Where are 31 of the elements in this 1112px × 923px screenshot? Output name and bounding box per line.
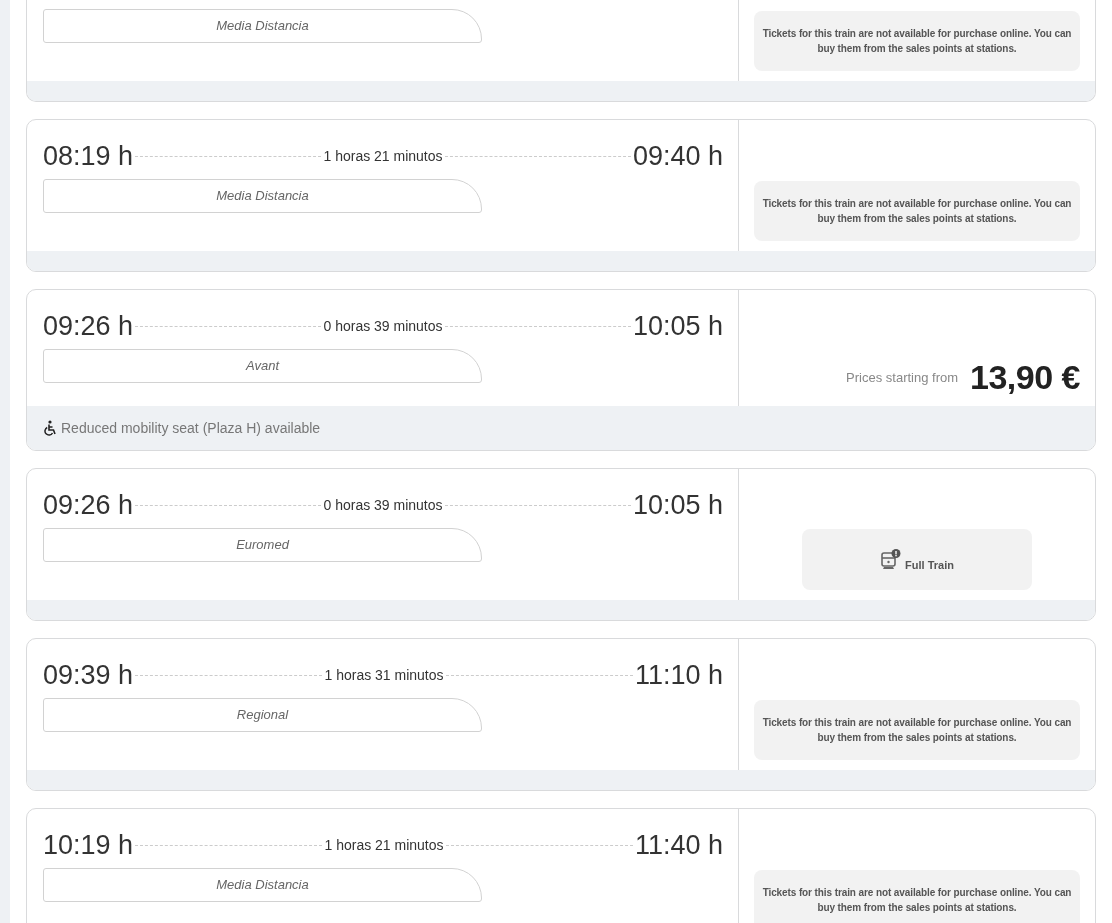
unavailable-notice: Tickets for this train are not available for purchase online. You can buy them from the sales points at stations. xyxy=(754,181,1080,241)
trip-duration: 0 horas 39 minutos xyxy=(323,316,443,336)
trip-duration: 1 horas 21 minutos xyxy=(324,835,444,855)
price-value: 13,90 € xyxy=(970,358,1080,396)
train-alert-icon xyxy=(880,549,902,570)
unavailable-notice: Tickets for this train are not available for purchase online. You can buy them from the sales points at stations. xyxy=(754,870,1080,923)
departure-time: 10:19 h xyxy=(43,828,134,862)
unavailable-notice: Tickets for this train are not available for purchase online. You can buy them from the sales points at stations. xyxy=(754,700,1080,760)
train-type-label: Euromed xyxy=(43,528,482,562)
departure-time: 09:26 h xyxy=(43,309,134,343)
train-type-label: Media Distancia xyxy=(43,179,482,213)
arrival-time: 11:10 h xyxy=(634,658,723,692)
departure-time: 09:39 h xyxy=(43,658,134,692)
arrival-time: 10:05 h xyxy=(632,488,723,522)
train-type-label: Avant xyxy=(43,349,482,383)
train-type-label: Media Distancia xyxy=(43,868,482,902)
departure-time: 09:26 h xyxy=(43,488,134,522)
price-label: Prices starting from xyxy=(846,368,959,387)
arrival-time: 10:05 h xyxy=(632,309,723,343)
full-train-notice: Full Train xyxy=(802,529,1032,590)
wheelchair-icon xyxy=(43,420,57,436)
train-type-label: Media Distancia xyxy=(43,9,482,43)
arrival-time: 09:40 h xyxy=(632,139,723,173)
departure-time: 08:19 h xyxy=(43,139,134,173)
trip-duration: 0 horas 39 minutos xyxy=(323,495,443,515)
trip-duration: 1 horas 31 minutos xyxy=(324,665,444,685)
trip-duration: 1 horas 21 minutos xyxy=(323,146,443,166)
train-type-label: Regional xyxy=(43,698,482,732)
arrival-time: 11:40 h xyxy=(634,828,723,862)
unavailable-notice: Tickets for this train are not available for purchase online. You can buy them from the sales points at stations. xyxy=(754,11,1080,71)
accessibility-notice: Reduced mobility seat (Plaza H) available xyxy=(61,418,321,438)
